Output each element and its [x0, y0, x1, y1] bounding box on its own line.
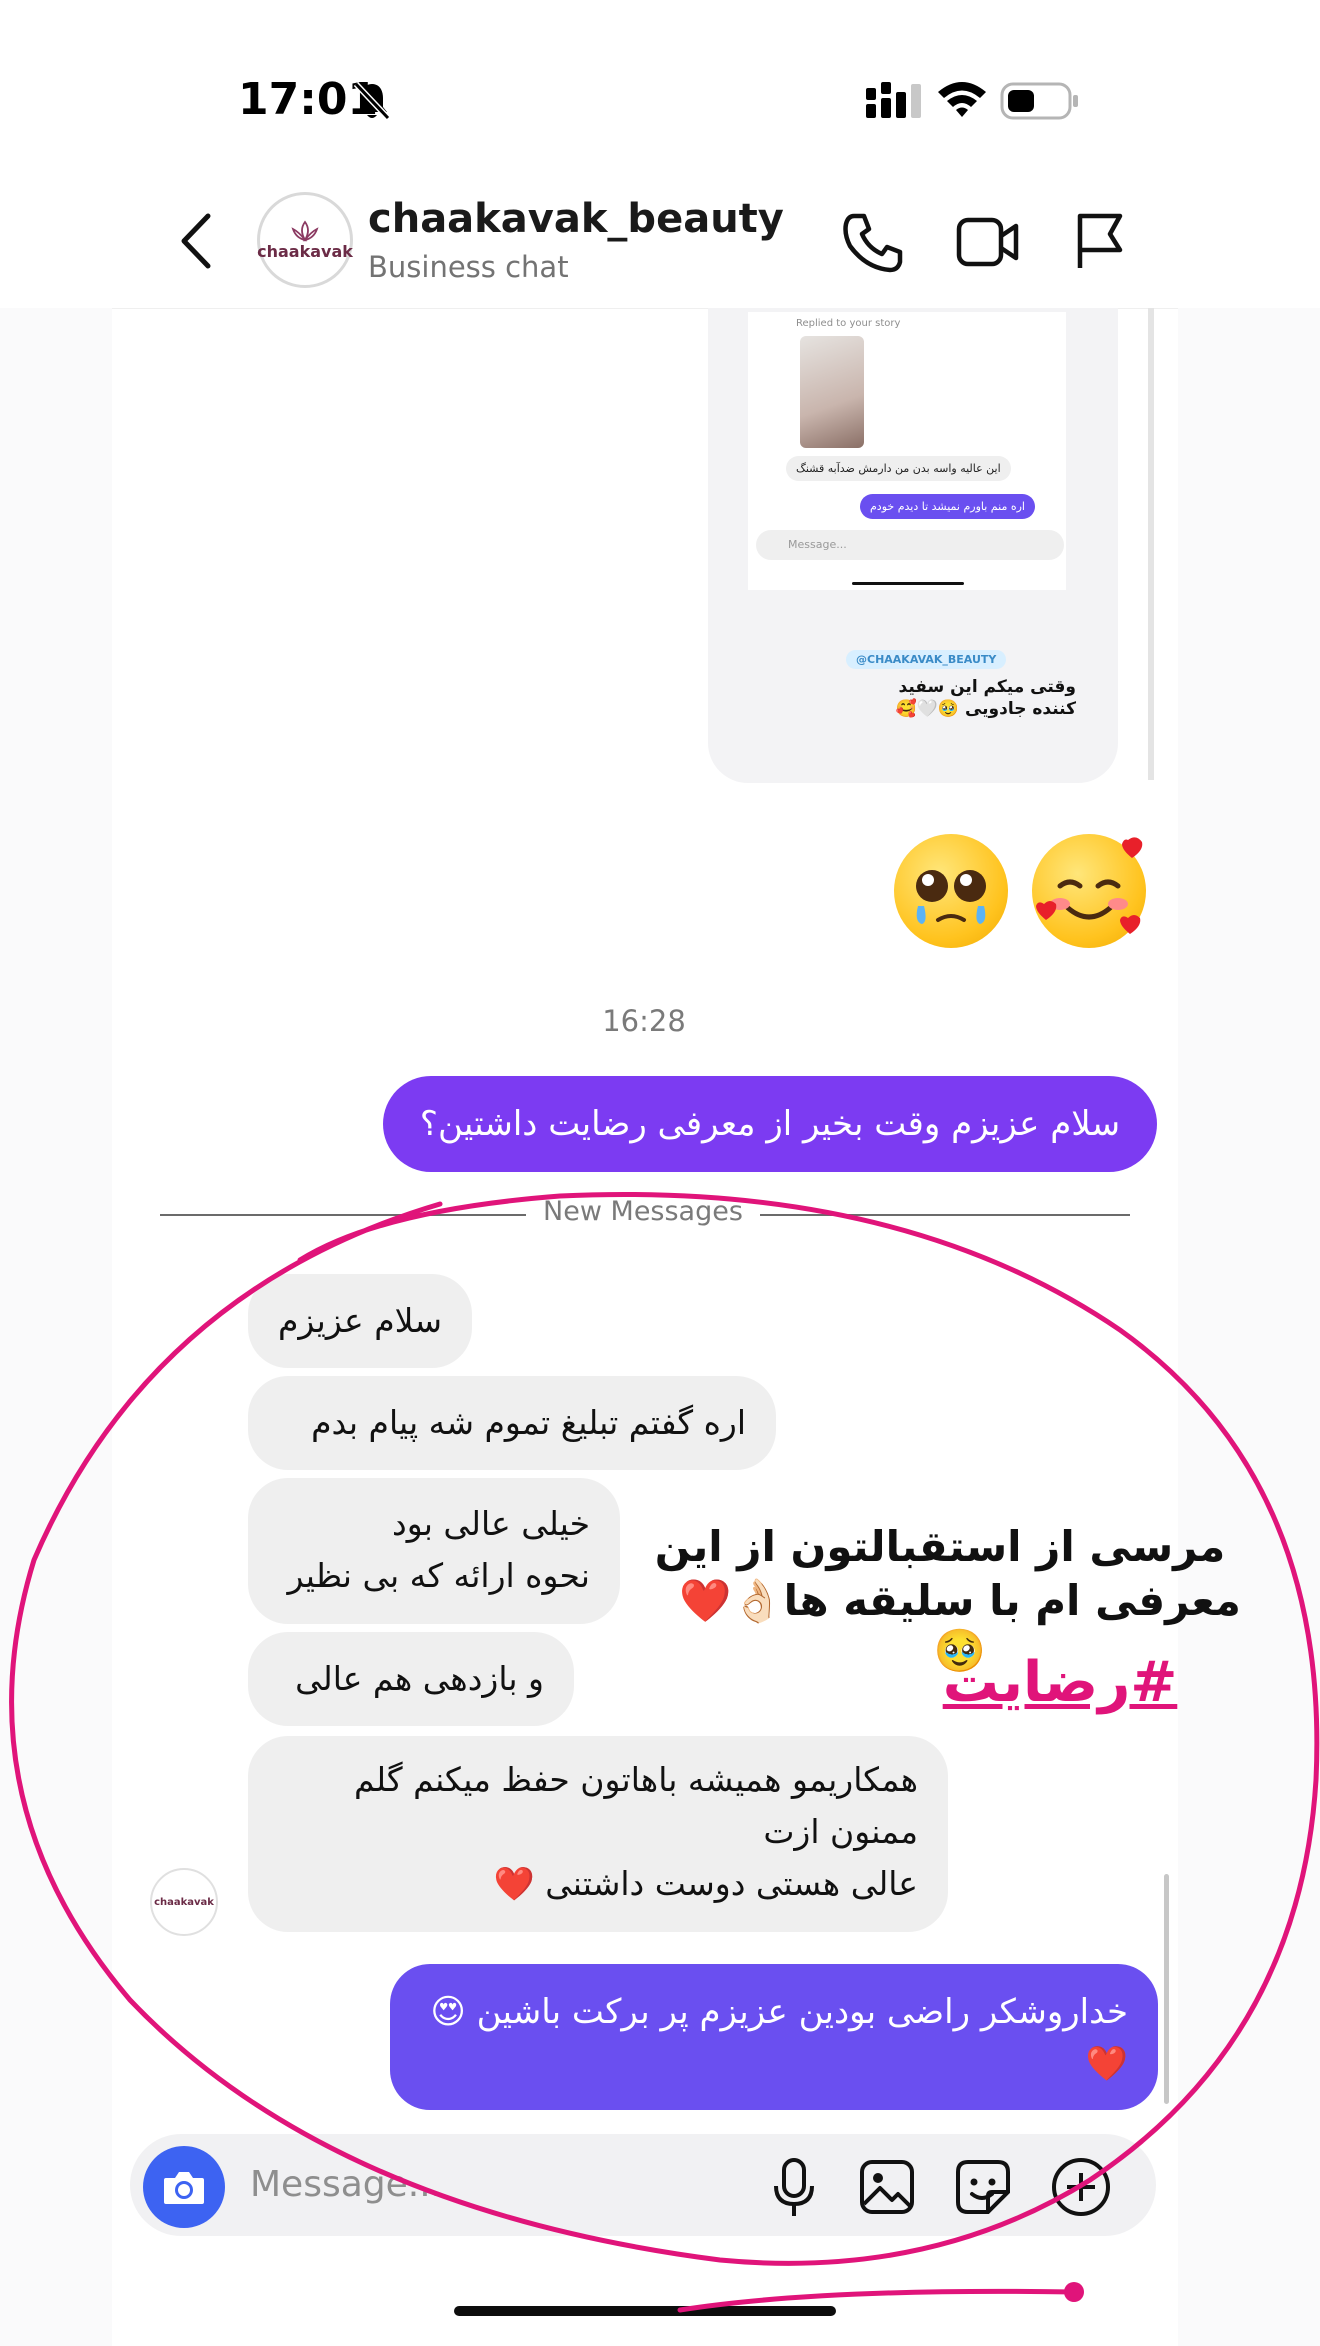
story-scroll-track — [1148, 308, 1154, 780]
story-mini-outgoing: اره منم باورم نمیشد تا دیدم خودم — [860, 494, 1035, 519]
wifi-icon — [938, 82, 986, 117]
video-call-icon[interactable] — [956, 214, 1020, 270]
chat-subtitle: Business chat — [368, 250, 569, 284]
story-replied-label: Replied to your story — [796, 318, 901, 329]
pleading-face-emoji — [894, 834, 1008, 948]
chat-username[interactable]: chaakavak_beauty — [368, 196, 784, 242]
story-mini-incoming: این عالیه واسه بدن من دارمش ضدآبه قشنگ — [786, 456, 1011, 481]
cellular-signal-icon — [866, 82, 921, 118]
story-caption: وقتی میکم این سفید کننده جادویی 🥹🤍🥰 — [895, 677, 1076, 719]
avatar[interactable]: chaakavak — [257, 192, 353, 288]
story-mini-home-indicator — [852, 582, 964, 585]
bell-muted-icon — [353, 81, 391, 121]
story-mention-tag: @CHAAKAVAK_BEAUTY — [846, 650, 1007, 669]
story-thumbnail — [800, 336, 864, 448]
battery-icon — [1000, 82, 1078, 120]
story-mini-input: Message... — [756, 530, 1064, 560]
smiling-face-hearts-emoji — [1032, 834, 1146, 948]
phone-call-icon[interactable] — [842, 212, 904, 274]
outgoing-message[interactable]: سلام عزیزم وقت بخیر از معرفی رضایت داشتی… — [383, 1076, 1157, 1172]
flag-icon[interactable] — [1074, 210, 1124, 272]
avatar-logo-text: chaakavak — [257, 241, 353, 261]
annotation-ellipse — [9, 1192, 1320, 2313]
overlay-text-line-1: مرسی از استقبالتون از این — [654, 1522, 1226, 1571]
back-arrow-icon[interactable] — [176, 210, 216, 272]
message-timestamp: 16:28 — [602, 1004, 686, 1038]
overlay-hashtag: #رضایت — [942, 1650, 1178, 1715]
lotus-logo-icon — [291, 219, 319, 242]
